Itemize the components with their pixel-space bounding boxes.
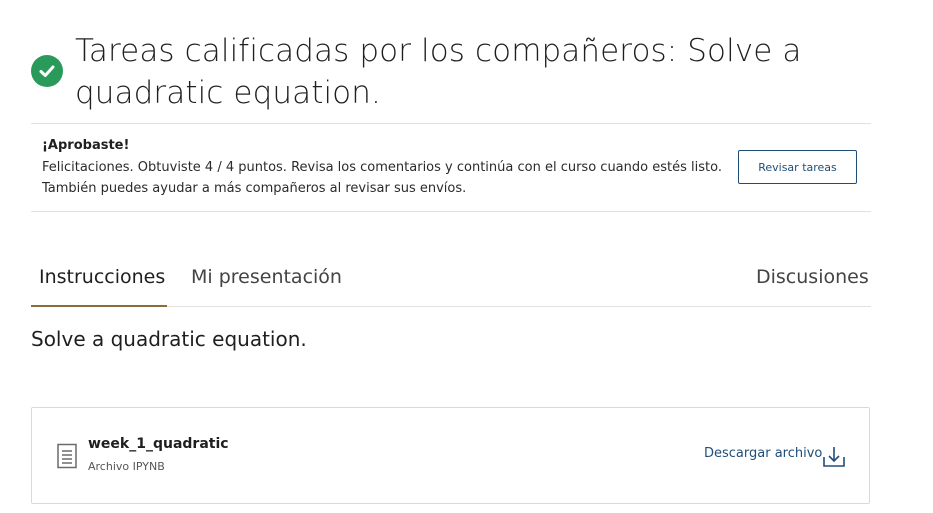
- check-circle-icon: [31, 55, 63, 87]
- attachment-name: week_1_quadratic: [88, 436, 229, 452]
- instructions-text: Solve a quadratic equation.: [31, 327, 307, 351]
- attachment-type: Archivo IPYNB: [88, 460, 165, 473]
- pass-hint: También puedes ayudar a más compañeros a…: [42, 181, 467, 196]
- tab-my-submission[interactable]: Mi presentación: [191, 266, 342, 288]
- active-tab-indicator: [31, 305, 167, 307]
- divider: [31, 123, 871, 124]
- pass-message: Felicitaciones. Obtuviste 4 / 4 puntos. …: [42, 160, 722, 175]
- tab-discussions[interactable]: Discusiones: [756, 266, 869, 288]
- file-icon: [56, 443, 78, 469]
- review-assignments-button[interactable]: Revisar tareas: [738, 150, 857, 184]
- pass-heading: ¡Aprobaste!: [42, 138, 130, 153]
- download-file-link[interactable]: Descargar archivo: [704, 446, 822, 461]
- download-icon[interactable]: [822, 444, 846, 468]
- page-title: Tareas calificadas por los compañeros: S…: [75, 33, 802, 111]
- tab-instructions[interactable]: Instrucciones: [39, 266, 165, 288]
- divider: [31, 211, 871, 212]
